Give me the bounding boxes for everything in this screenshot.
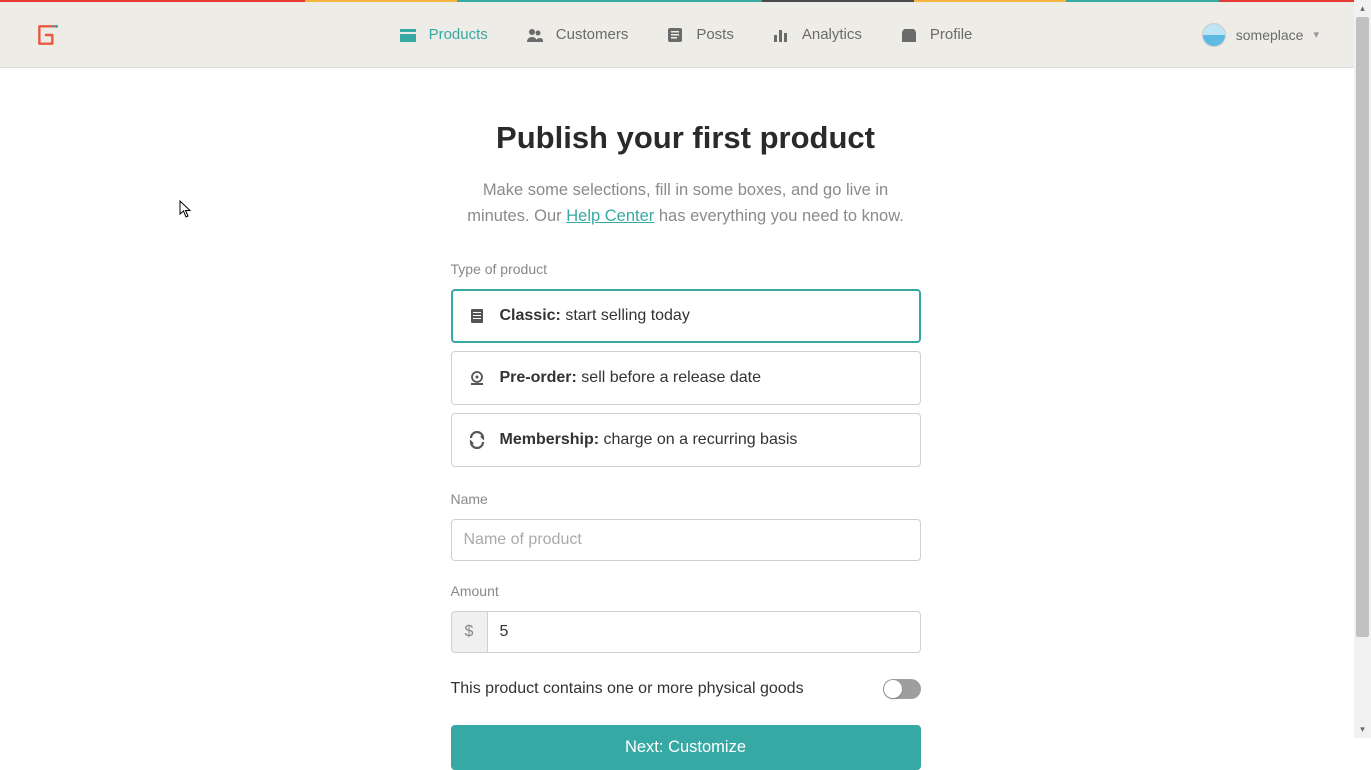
gumroad-logo[interactable]: [35, 22, 61, 48]
nav-posts[interactable]: Posts: [666, 26, 734, 44]
main-content: Publish your first product Make some sel…: [451, 68, 921, 770]
scrollbar[interactable]: ▴ ▾: [1354, 0, 1371, 738]
scrollbar-thumb[interactable]: [1356, 17, 1369, 637]
type-desc: start selling today: [561, 307, 690, 324]
nav-products-label: Products: [429, 26, 488, 43]
scrollbar-down-arrow[interactable]: ▾: [1354, 721, 1371, 738]
type-option-membership[interactable]: Membership: charge on a recurring basis: [451, 413, 921, 467]
top-header: Products Customers Posts Analytics Profi…: [0, 2, 1371, 68]
analytics-icon: [772, 26, 790, 44]
nav-posts-label: Posts: [696, 26, 734, 43]
help-center-link[interactable]: Help Center: [566, 207, 654, 225]
type-desc: sell before a release date: [577, 369, 761, 386]
amount-label: Amount: [451, 583, 921, 599]
user-menu[interactable]: someplace ▾: [1202, 23, 1319, 47]
nav-products[interactable]: Products: [399, 26, 488, 44]
preorder-icon: [468, 369, 486, 387]
type-option-preorder[interactable]: Pre-order: sell before a release date: [451, 351, 921, 405]
customers-icon: [526, 26, 544, 44]
next-customize-button[interactable]: Next: Customize: [451, 725, 921, 770]
nav-analytics[interactable]: Analytics: [772, 26, 862, 44]
main-nav: Products Customers Posts Analytics Profi…: [399, 26, 973, 44]
type-desc: charge on a recurring basis: [599, 431, 797, 448]
nav-analytics-label: Analytics: [802, 26, 862, 43]
profile-icon: [900, 26, 918, 44]
mouse-cursor: [179, 200, 193, 218]
name-label: Name: [451, 491, 921, 507]
username: someplace: [1236, 27, 1304, 43]
type-title: Pre-order:: [500, 369, 577, 386]
physical-goods-toggle[interactable]: [883, 679, 921, 699]
classic-icon: [468, 307, 486, 325]
physical-goods-label: This product contains one or more physic…: [451, 680, 804, 698]
type-label: Type of product: [451, 261, 921, 277]
type-options: Classic: start selling today Pre-order: …: [451, 289, 921, 467]
membership-icon: [468, 431, 486, 449]
toggle-knob: [884, 680, 902, 698]
chevron-down-icon: ▾: [1313, 28, 1319, 41]
currency-symbol: $: [451, 611, 487, 653]
nav-profile[interactable]: Profile: [900, 26, 973, 44]
nav-profile-label: Profile: [930, 26, 973, 43]
type-option-classic[interactable]: Classic: start selling today: [451, 289, 921, 343]
nav-customers-label: Customers: [556, 26, 629, 43]
avatar: [1202, 23, 1226, 47]
type-title: Membership:: [500, 431, 600, 448]
type-title: Classic:: [500, 307, 561, 324]
nav-customers[interactable]: Customers: [526, 26, 629, 44]
scrollbar-up-arrow[interactable]: ▴: [1354, 0, 1371, 17]
name-input[interactable]: [451, 519, 921, 561]
products-icon: [399, 26, 417, 44]
amount-input[interactable]: [487, 611, 921, 653]
page-subtitle: Make some selections, fill in some boxes…: [451, 178, 921, 229]
page-title: Publish your first product: [451, 120, 921, 156]
posts-icon: [666, 26, 684, 44]
